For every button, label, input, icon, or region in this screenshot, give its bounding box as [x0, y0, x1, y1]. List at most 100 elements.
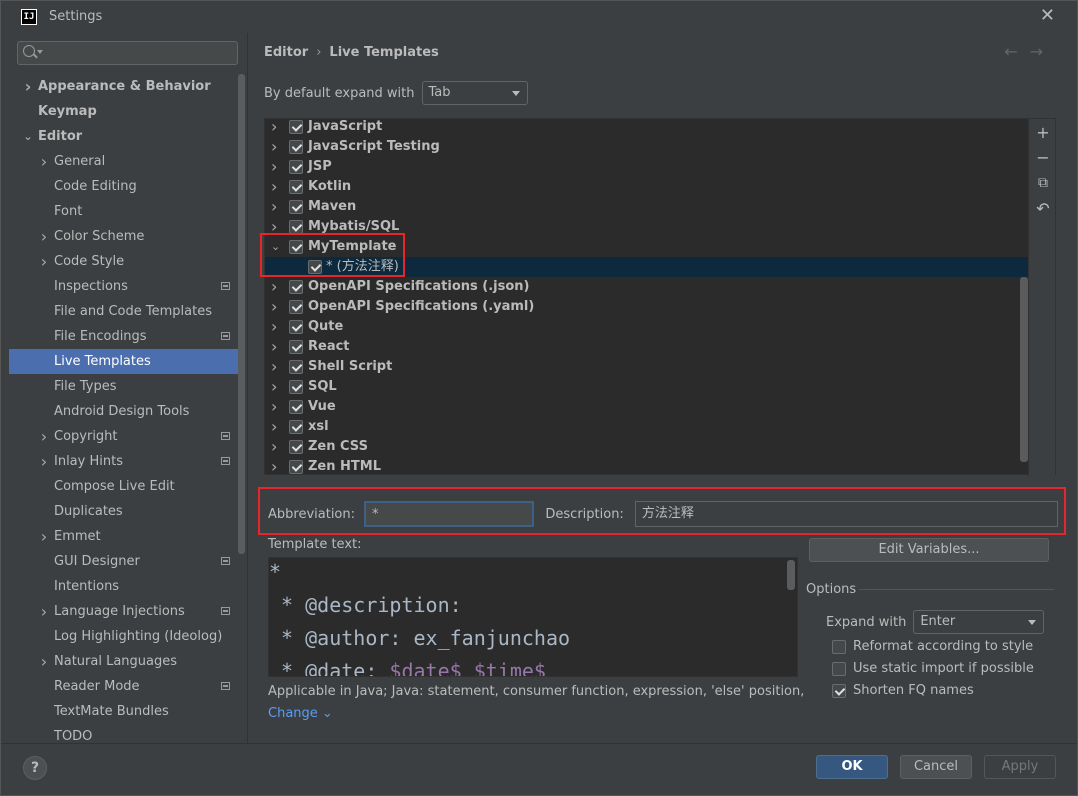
template-group[interactable]: › xsl — [265, 417, 1029, 437]
add-template-icon[interactable]: + — [1035, 125, 1051, 141]
templates-scrollbar[interactable] — [1020, 277, 1028, 462]
sidebar-item-general[interactable]: › General — [9, 149, 238, 174]
template-checkbox[interactable] — [289, 280, 303, 294]
default-expand-select[interactable]: Tab — [421, 81, 528, 105]
template-group[interactable]: › Kotlin — [265, 177, 1029, 197]
sidebar-item-compose-live-edit[interactable]: Compose Live Edit — [9, 474, 238, 499]
sidebar-item-gui-designer[interactable]: GUI Designer — [9, 549, 238, 574]
forward-arrow-icon[interactable]: → — [1030, 42, 1055, 61]
template-text-editor[interactable]: * * @description: * @author: ex_fanjunch… — [268, 557, 798, 677]
sidebar-item-color-scheme[interactable]: › Color Scheme — [9, 224, 238, 249]
template-checkbox[interactable] — [289, 240, 303, 254]
sidebar-item-editor[interactable]: ⌄ Editor — [9, 124, 238, 149]
sidebar-item-live-templates[interactable]: Live Templates — [9, 349, 238, 374]
sidebar-item-copyright[interactable]: › Copyright — [9, 424, 238, 449]
edit-variables-button[interactable]: Edit Variables... — [809, 538, 1049, 562]
template-checkbox[interactable] — [289, 460, 303, 474]
chevron-right-icon[interactable]: › — [271, 357, 277, 377]
search-history-caret-icon[interactable] — [37, 50, 43, 54]
template-group[interactable]: › Maven — [265, 197, 1029, 217]
chevron-right-icon[interactable]: › — [271, 337, 277, 357]
chevron-right-icon[interactable]: › — [39, 149, 49, 174]
template-group[interactable]: › Shell Script — [265, 357, 1029, 377]
template-group[interactable]: › Vue — [265, 397, 1029, 417]
template-checkbox[interactable] — [289, 180, 303, 194]
template-group[interactable]: › React — [265, 337, 1029, 357]
sidebar-item-log-highlighting-ideolog[interactable]: Log Highlighting (Ideolog) — [9, 624, 238, 649]
reformat-option[interactable]: Reformat according to style — [832, 639, 1033, 654]
chevron-right-icon[interactable]: › — [271, 119, 277, 137]
sidebar-item-natural-languages[interactable]: › Natural Languages — [9, 649, 238, 674]
sidebar-item-appearance-behavior[interactable]: › Appearance & Behavior — [9, 74, 238, 99]
shorten-fq-checkbox[interactable] — [832, 683, 846, 698]
sidebar-item-code-style[interactable]: › Code Style — [9, 249, 238, 274]
template-checkbox[interactable] — [289, 420, 303, 434]
template-checkbox[interactable] — [289, 380, 303, 394]
chevron-right-icon[interactable]: › — [271, 297, 277, 317]
sidebar-item-file-and-code-templates[interactable]: File and Code Templates — [9, 299, 238, 324]
abbreviation-input[interactable]: * — [364, 501, 535, 527]
static-import-option[interactable]: Use static import if possible — [832, 661, 1034, 676]
template-group[interactable]: › OpenAPI Specifications (.json) — [265, 277, 1029, 297]
chevron-right-icon[interactable]: › — [271, 317, 277, 337]
sidebar-item-inlay-hints[interactable]: › Inlay Hints — [9, 449, 238, 474]
template-checkbox[interactable] — [289, 120, 303, 134]
chevron-right-icon[interactable]: › — [39, 649, 49, 674]
chevron-right-icon[interactable]: › — [39, 599, 49, 624]
reformat-checkbox[interactable] — [832, 639, 846, 654]
chevron-right-icon[interactable]: › — [39, 249, 49, 274]
shorten-fq-option[interactable]: Shorten FQ names — [832, 683, 974, 698]
template-group[interactable]: › Zen HTML — [265, 457, 1029, 476]
sidebar-item-android-design-tools[interactable]: Android Design Tools — [9, 399, 238, 424]
copy-template-icon[interactable]: ⧉ — [1035, 175, 1051, 191]
chevron-right-icon[interactable]: › — [271, 197, 277, 217]
template-checkbox[interactable] — [308, 260, 322, 274]
sidebar-item-intentions[interactable]: Intentions — [9, 574, 238, 599]
static-import-checkbox[interactable] — [832, 661, 846, 676]
template-checkbox[interactable] — [289, 300, 303, 314]
expand-with-select[interactable]: Enter — [913, 610, 1045, 634]
chevron-right-icon[interactable]: › — [271, 457, 277, 476]
template-group[interactable]: › OpenAPI Specifications (.yaml) — [265, 297, 1029, 317]
change-context-link[interactable]: Change ⌄ — [268, 706, 333, 721]
sidebar-item-file-types[interactable]: File Types — [9, 374, 238, 399]
chevron-down-icon[interactable]: ⌄ — [271, 237, 280, 257]
sidebar-item-keymap[interactable]: Keymap — [9, 99, 238, 124]
chevron-right-icon[interactable]: › — [23, 74, 33, 99]
settings-search-input[interactable] — [17, 41, 238, 65]
template-item[interactable]: * (方法注释) — [265, 257, 1029, 277]
template-group[interactable]: › JSP — [265, 157, 1029, 177]
chevron-right-icon[interactable]: › — [39, 449, 49, 474]
close-icon[interactable]: ✕ — [1040, 7, 1055, 25]
chevron-right-icon[interactable]: › — [39, 424, 49, 449]
template-group[interactable]: › Qute — [265, 317, 1029, 337]
sidebar-item-duplicates[interactable]: Duplicates — [9, 499, 238, 524]
chevron-right-icon[interactable]: › — [39, 224, 49, 249]
template-checkbox[interactable] — [289, 220, 303, 234]
template-group[interactable]: › SQL — [265, 377, 1029, 397]
template-checkbox[interactable] — [289, 440, 303, 454]
remove-template-icon[interactable]: − — [1035, 150, 1051, 166]
ok-button[interactable]: OK — [816, 755, 888, 779]
apply-button[interactable]: Apply — [984, 755, 1056, 779]
template-group[interactable]: › JavaScript Testing — [265, 137, 1029, 157]
template-checkbox[interactable] — [289, 340, 303, 354]
sidebar-item-code-editing[interactable]: Code Editing — [9, 174, 238, 199]
template-checkbox[interactable] — [289, 140, 303, 154]
sidebar-scrollbar[interactable] — [238, 74, 245, 554]
chevron-right-icon[interactable]: › — [39, 524, 49, 549]
chevron-right-icon[interactable]: › — [271, 277, 277, 297]
sidebar-item-reader-mode[interactable]: Reader Mode — [9, 674, 238, 699]
cancel-button[interactable]: Cancel — [900, 755, 972, 779]
template-group[interactable]: › Mybatis/SQL — [265, 217, 1029, 237]
sidebar-item-file-encodings[interactable]: File Encodings — [9, 324, 238, 349]
template-group[interactable]: › JavaScript — [265, 119, 1029, 137]
restore-default-icon[interactable]: ↶ — [1035, 201, 1051, 217]
template-checkbox[interactable] — [289, 400, 303, 414]
chevron-right-icon[interactable]: › — [271, 437, 277, 457]
breadcrumb-editor[interactable]: Editor — [264, 45, 308, 60]
template-checkbox[interactable] — [289, 320, 303, 334]
description-input[interactable]: 方法注释 — [634, 501, 1058, 527]
sidebar-item-font[interactable]: Font — [9, 199, 238, 224]
template-checkbox[interactable] — [289, 160, 303, 174]
